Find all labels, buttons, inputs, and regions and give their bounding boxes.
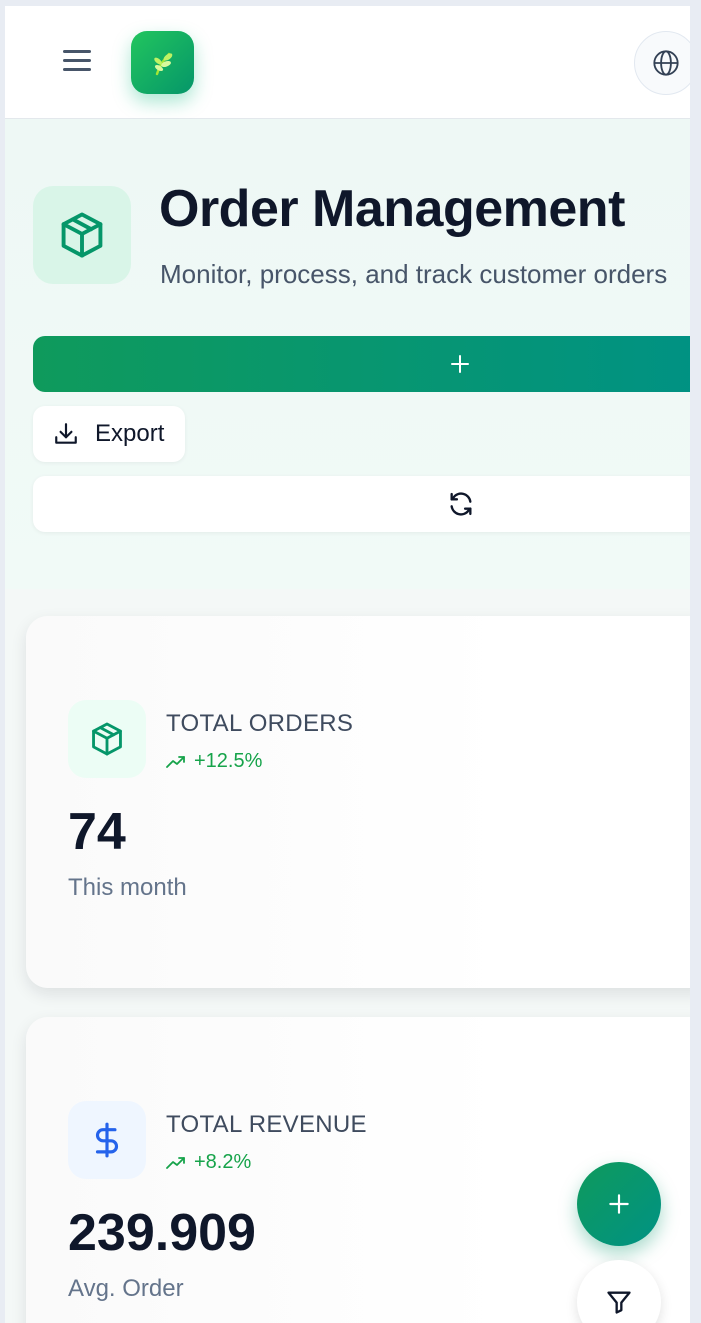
- export-label: Export: [95, 420, 165, 447]
- globe-icon: [653, 50, 679, 76]
- trending-up-icon: [166, 1156, 185, 1169]
- page-title: Order Management: [159, 180, 625, 238]
- stat-value: 74: [68, 803, 126, 861]
- stat-card-total-orders: TOTAL ORDERS +12.5% 74 This month: [26, 616, 690, 988]
- stat-icon-badge: [68, 1101, 146, 1179]
- download-icon: [55, 423, 77, 444]
- package-icon: [92, 722, 122, 756]
- stat-label: TOTAL ORDERS: [166, 710, 354, 737]
- package-icon: [61, 212, 103, 258]
- refresh-icon: [450, 492, 472, 516]
- stat-trend: +12.5%: [166, 750, 262, 773]
- filter-icon: [607, 1291, 631, 1314]
- stat-icon-badge: [68, 700, 146, 778]
- stat-trend-value: +8.2%: [194, 1151, 252, 1173]
- leaf-sprout-icon: [153, 52, 172, 75]
- stat-label: TOTAL REVENUE: [166, 1111, 367, 1138]
- export-button[interactable]: Export: [33, 406, 185, 462]
- page-icon-badge: [33, 186, 131, 284]
- hamburger-menu-icon[interactable]: [63, 50, 95, 76]
- app-logo[interactable]: [131, 31, 194, 94]
- page-header: Order Management Monitor, process, and t…: [5, 119, 690, 589]
- language-button[interactable]: [634, 31, 690, 95]
- stat-value: 239.909: [68, 1204, 256, 1262]
- top-bar: [5, 6, 690, 119]
- stat-trend-value: +12.5%: [194, 750, 263, 772]
- app-window: Order Management Monitor, process, and t…: [5, 6, 690, 1323]
- stat-caption: Avg. Order: [68, 1275, 184, 1302]
- dollar-icon: [95, 1122, 118, 1158]
- trending-up-icon: [166, 755, 185, 768]
- page-subtitle: Monitor, process, and track customer ord…: [160, 259, 668, 289]
- stat-trend: +8.2%: [166, 1151, 251, 1174]
- stat-caption: This month: [68, 874, 187, 901]
- floating-add-button[interactable]: [577, 1162, 661, 1246]
- add-order-button[interactable]: [33, 336, 690, 392]
- refresh-button[interactable]: [33, 476, 690, 532]
- plus-icon: [451, 355, 469, 373]
- plus-icon: [609, 1194, 629, 1214]
